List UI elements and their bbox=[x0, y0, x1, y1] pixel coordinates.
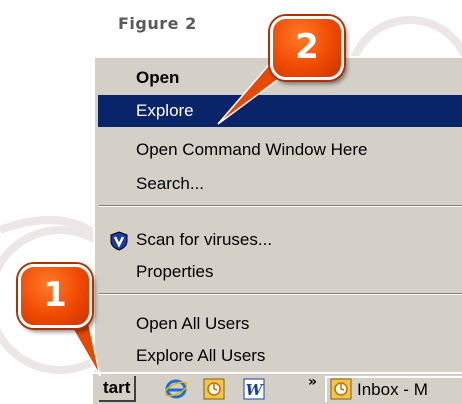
shield-icon bbox=[110, 231, 128, 251]
taskbar-inbox-button[interactable]: Inbox - M bbox=[325, 376, 462, 402]
callout-number: 2 bbox=[295, 27, 319, 67]
clock-icon bbox=[330, 378, 352, 400]
taskbar-inbox-label: Inbox - M bbox=[357, 380, 428, 399]
menu-item-explore[interactable]: Explore bbox=[98, 95, 462, 127]
svg-text:W: W bbox=[246, 381, 265, 399]
context-menu: Open Explore Open Command Window Here Se… bbox=[93, 56, 462, 374]
taskbar-overflow-chevron[interactable]: » bbox=[308, 374, 317, 390]
callout-number: 1 bbox=[43, 275, 67, 315]
menu-item-open-command-window[interactable]: Open Command Window Here bbox=[98, 134, 462, 166]
internet-explorer-icon[interactable] bbox=[165, 378, 187, 400]
start-button[interactable]: tart bbox=[99, 376, 137, 402]
menu-item-label: Scan for viruses... bbox=[136, 230, 273, 249]
callout-2: 2 bbox=[270, 16, 344, 80]
menu-item-properties[interactable]: Properties bbox=[98, 256, 462, 288]
taskbar: tart W » Inbox - M bbox=[93, 372, 462, 404]
menu-separator bbox=[99, 205, 462, 207]
menu-item-open-all-users[interactable]: Open All Users bbox=[98, 308, 462, 340]
menu-item-explore-all-users[interactable]: Explore All Users bbox=[98, 340, 462, 372]
menu-item-search[interactable]: Search... bbox=[98, 168, 462, 200]
callout-1: 1 bbox=[18, 264, 92, 328]
menu-item-scan-for-viruses[interactable]: Scan for viruses... bbox=[98, 224, 462, 256]
figure-label: Figure 2 bbox=[118, 14, 197, 33]
word-icon[interactable]: W bbox=[243, 378, 265, 400]
clock-icon[interactable] bbox=[203, 378, 225, 400]
menu-separator bbox=[99, 293, 462, 295]
